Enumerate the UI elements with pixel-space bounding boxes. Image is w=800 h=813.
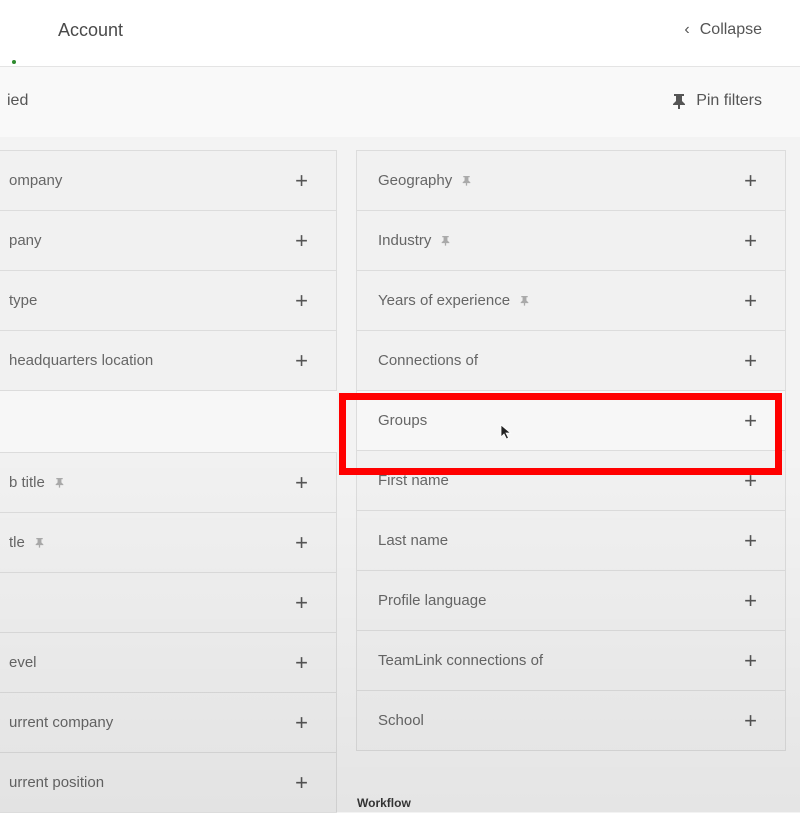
- filter-label-wrap: b title: [9, 474, 64, 491]
- add-filter-button[interactable]: +: [295, 711, 308, 734]
- filter-row[interactable]: urrent company +: [0, 693, 337, 753]
- filter-row[interactable]: Profile language +: [356, 571, 786, 631]
- filter-label-wrap: tle: [9, 534, 44, 551]
- filters-header: Account ‹ Collapse: [0, 0, 800, 67]
- status-dot: [12, 60, 16, 64]
- filter-label-wrap: pany: [9, 232, 42, 249]
- add-filter-button[interactable]: +: [295, 169, 308, 192]
- filter-label: TeamLink connections of: [378, 652, 544, 669]
- left-filter-column: ompany + pany + type + headquarters loca…: [0, 150, 337, 813]
- filter-row[interactable]: evel +: [0, 633, 337, 693]
- filter-row[interactable]: Industry +: [356, 211, 786, 271]
- filter-label: b title: [9, 474, 45, 491]
- filter-label: type: [9, 292, 38, 309]
- filter-label: Last name: [378, 532, 449, 549]
- filter-row[interactable]: TeamLink connections of +: [356, 631, 786, 691]
- filter-label-wrap: type: [9, 292, 37, 309]
- filter-label-wrap: urrent position: [9, 774, 104, 791]
- filter-row[interactable]: headquarters location +: [0, 331, 337, 391]
- filter-label: First name: [378, 472, 449, 489]
- pin-icon: [442, 236, 450, 246]
- filter-row[interactable]: tle +: [0, 513, 337, 573]
- add-filter-button[interactable]: +: [295, 349, 308, 372]
- filter-label-wrap: Profile language: [378, 592, 486, 609]
- filter-label-wrap: headquarters location: [9, 352, 153, 369]
- filter-label-wrap: School: [378, 712, 424, 729]
- filter-label: ompany: [9, 172, 63, 189]
- right-filter-column: Geography + Industry + Years of experien…: [356, 150, 786, 751]
- filter-label-wrap: ompany: [9, 172, 62, 189]
- pin-icon: [462, 176, 471, 186]
- add-filter-button[interactable]: +: [744, 169, 757, 192]
- filter-row[interactable]: Years of experience +: [356, 271, 786, 331]
- filter-row-groups[interactable]: Groups +: [356, 391, 786, 451]
- filter-row[interactable]: urrent position +: [0, 753, 337, 813]
- chevron-left-icon: ‹: [684, 21, 690, 38]
- add-filter-button[interactable]: +: [295, 289, 308, 312]
- add-filter-button[interactable]: +: [744, 289, 757, 312]
- filter-label: Geography: [378, 172, 453, 189]
- filter-label: headquarters location: [9, 352, 154, 369]
- filter-row[interactable]: First name +: [356, 451, 786, 511]
- filters-subbar: ied Pin filters: [0, 67, 800, 137]
- add-filter-button[interactable]: +: [295, 531, 308, 554]
- filter-row[interactable]: School +: [356, 691, 786, 751]
- filter-label-wrap: Years of experience: [378, 292, 529, 309]
- filter-label-wrap: urrent company: [9, 714, 113, 731]
- pin-icon: [673, 94, 686, 109]
- add-filter-button[interactable]: +: [295, 651, 308, 674]
- filter-label-wrap: Last name: [378, 532, 448, 549]
- add-filter-button[interactable]: +: [295, 771, 308, 794]
- filter-row[interactable]: type +: [0, 271, 337, 331]
- pin-icon: [35, 538, 44, 548]
- add-filter-button[interactable]: +: [295, 229, 308, 252]
- section-gap: [0, 391, 337, 453]
- add-filter-button[interactable]: +: [295, 591, 308, 614]
- filter-label: Profile language: [378, 592, 487, 609]
- pin-icon: [55, 478, 64, 488]
- collapse-label: Collapse: [699, 21, 762, 38]
- filter-label: Groups: [378, 412, 428, 429]
- add-filter-button[interactable]: +: [744, 709, 757, 732]
- filter-label: Connections of: [378, 352, 479, 369]
- filter-label: Years of experience: [378, 292, 511, 309]
- filter-label-wrap: TeamLink connections of: [378, 652, 543, 669]
- workflow-section-label: Workflow: [357, 796, 411, 810]
- add-filter-button[interactable]: +: [744, 229, 757, 252]
- add-filter-button[interactable]: +: [295, 471, 308, 494]
- filter-row[interactable]: pany +: [0, 211, 337, 271]
- filter-label-wrap: First name: [378, 472, 449, 489]
- page-title: Account: [58, 20, 124, 40]
- applied-text: ied: [7, 92, 29, 109]
- filter-label-wrap: Connections of: [378, 352, 478, 369]
- filter-row[interactable]: b title +: [0, 453, 337, 513]
- filter-label: Industry: [378, 232, 432, 249]
- filter-row[interactable]: Last name +: [356, 511, 786, 571]
- pin-icon: [520, 296, 529, 306]
- filter-label: tle: [9, 534, 25, 551]
- filter-row[interactable]: +: [0, 573, 337, 633]
- add-filter-button[interactable]: +: [744, 529, 757, 552]
- filter-label: pany: [9, 232, 42, 249]
- filter-row[interactable]: Connections of +: [356, 331, 786, 391]
- pin-filters-label: Pin filters: [696, 92, 762, 109]
- add-filter-button[interactable]: +: [744, 349, 757, 372]
- filter-row[interactable]: Geography +: [356, 151, 786, 211]
- filter-row[interactable]: ompany +: [0, 151, 337, 211]
- add-filter-button[interactable]: +: [744, 409, 757, 432]
- filter-label: urrent position: [9, 774, 105, 791]
- filter-label-wrap: Groups: [378, 412, 427, 429]
- collapse-button[interactable]: ‹ Collapse: [684, 21, 762, 39]
- filter-label-wrap: Geography: [378, 172, 471, 189]
- filter-label: urrent company: [9, 714, 114, 731]
- filter-label: School: [378, 712, 424, 729]
- filter-label-wrap: Industry: [378, 232, 450, 249]
- pin-filters-button[interactable]: Pin filters: [672, 92, 762, 110]
- add-filter-button[interactable]: +: [744, 469, 757, 492]
- add-filter-button[interactable]: +: [744, 589, 757, 612]
- filter-label: evel: [9, 654, 37, 671]
- filter-label-wrap: evel: [9, 654, 37, 671]
- mouse-pointer-icon: [500, 424, 512, 440]
- add-filter-button[interactable]: +: [744, 649, 757, 672]
